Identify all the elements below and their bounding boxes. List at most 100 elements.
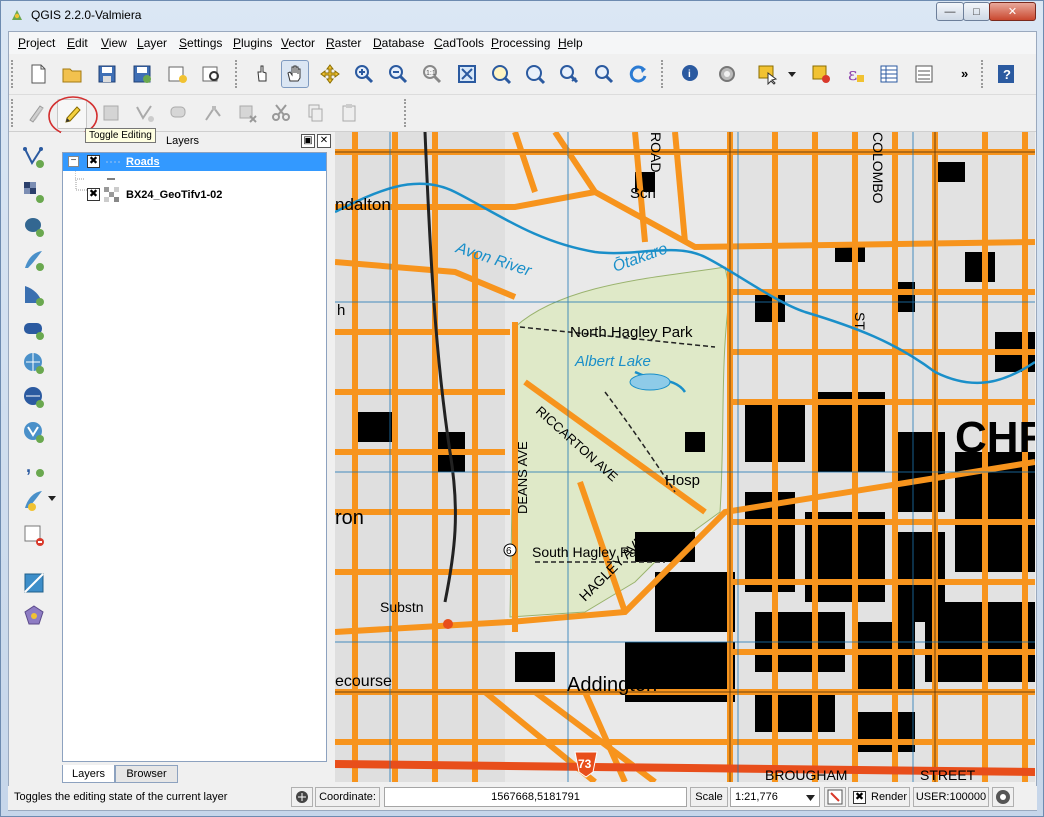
layer-visibility-checkbox[interactable]: ✖: [87, 155, 100, 168]
open-project-icon[interactable]: [58, 60, 86, 88]
toolbar-grip[interactable]: [11, 99, 17, 127]
add-postgis-layer-icon[interactable]: [20, 212, 48, 240]
zoom-last-icon[interactable]: [555, 60, 583, 88]
menu-layer[interactable]: Layer: [137, 36, 167, 50]
toolbar-grip[interactable]: [11, 60, 17, 88]
menu-edit[interactable]: Edit: [67, 36, 88, 50]
menu-view[interactable]: View: [101, 36, 127, 50]
zoom-native-icon[interactable]: 1:1: [418, 60, 446, 88]
paste-features-icon[interactable]: [335, 99, 363, 127]
panel-float-button[interactable]: ▣: [301, 134, 315, 148]
toolbar-grip[interactable]: [981, 60, 987, 88]
refresh-icon[interactable]: [624, 60, 652, 88]
layer-name[interactable]: Roads: [126, 156, 160, 168]
select-dropdown-icon[interactable]: [778, 60, 806, 88]
toolbar-overflow-button[interactable]: »: [961, 66, 968, 81]
add-wfs-layer-icon[interactable]: [20, 418, 48, 446]
copy-features-icon[interactable]: [301, 99, 329, 127]
map-label-street: STREET: [920, 767, 976, 782]
menu-database[interactable]: Database: [373, 36, 424, 50]
tab-layers[interactable]: Layers: [62, 765, 115, 783]
save-edits-icon[interactable]: [97, 99, 125, 127]
crs-button[interactable]: USER:100000: [913, 787, 989, 807]
expression-icon[interactable]: ε: [841, 60, 869, 88]
new-shapefile-icon[interactable]: [20, 486, 48, 514]
menu-cadtools[interactable]: CadTools: [434, 36, 484, 50]
delete-selected-icon[interactable]: [233, 99, 261, 127]
node-tool-icon[interactable]: [199, 99, 227, 127]
menu-help[interactable]: Help: [558, 36, 583, 50]
topographic-map[interactable]: ndalton Avon River Ōtakaro North Hagley …: [335, 132, 1035, 782]
scale-combobox[interactable]: 1:21,776: [730, 787, 820, 807]
menu-settings[interactable]: Settings: [179, 36, 222, 50]
deselect-icon[interactable]: [807, 60, 835, 88]
render-checkbox[interactable]: ✖: [853, 790, 866, 804]
add-raster-layer-icon[interactable]: [20, 178, 48, 206]
remove-layer-icon[interactable]: [20, 521, 48, 549]
save-project-icon[interactable]: [93, 60, 121, 88]
georeferencer-icon[interactable]: [20, 569, 48, 597]
toolbar-grip[interactable]: [235, 60, 241, 88]
window-title: QGIS 2.2.0-Valmiera: [31, 8, 142, 22]
layer-row-bx24[interactable]: ✖ BX24_GeoTifv1-02: [63, 180, 326, 204]
menu-vector[interactable]: Vector: [281, 36, 315, 50]
toolbar-grip[interactable]: [661, 60, 667, 88]
new-print-composer-icon[interactable]: [163, 60, 191, 88]
render-toggle[interactable]: ✖ Render: [848, 787, 910, 807]
stop-render-icon[interactable]: [824, 787, 846, 807]
minimize-button[interactable]: —: [936, 2, 964, 21]
close-button[interactable]: ✕: [989, 2, 1036, 21]
touch-zoom-icon[interactable]: [248, 60, 276, 88]
add-mssql-layer-icon[interactable]: [20, 281, 48, 309]
zoom-to-layer-icon[interactable]: [521, 60, 549, 88]
layer-visibility-checkbox[interactable]: ✖: [87, 188, 100, 201]
add-vector-layer-icon[interactable]: [20, 143, 48, 171]
help-icon[interactable]: ?: [992, 60, 1020, 88]
tab-browser[interactable]: Browser: [115, 765, 178, 783]
menu-plugins[interactable]: Plugins: [233, 36, 272, 50]
toolbar-grip[interactable]: [404, 99, 410, 127]
pan-to-selection-icon[interactable]: [316, 60, 344, 88]
select-features-icon[interactable]: [753, 60, 781, 88]
coordinate-field[interactable]: 1567668,5181791: [384, 787, 687, 807]
identify-icon[interactable]: i: [677, 60, 705, 88]
add-spatialite-layer-icon[interactable]: [20, 246, 48, 274]
map-canvas[interactable]: ndalton Avon River Ōtakaro North Hagley …: [335, 132, 1035, 782]
menu-processing[interactable]: Processing: [491, 36, 550, 50]
composer-manager-icon[interactable]: [197, 60, 225, 88]
maximize-button[interactable]: □: [963, 2, 990, 21]
layer-name[interactable]: BX24_GeoTifv1-02: [126, 189, 222, 201]
zoom-full-icon[interactable]: [453, 60, 481, 88]
map-label-ndalton: ndalton: [335, 195, 391, 214]
scale-label: Scale: [690, 787, 728, 807]
status-bar: Toggles the editing state of the current…: [8, 786, 1037, 810]
cut-features-icon[interactable]: [267, 99, 295, 127]
messages-icon[interactable]: [992, 787, 1014, 807]
add-wcs-layer-icon[interactable]: [20, 383, 48, 411]
add-delimited-text-icon[interactable]: ,: [20, 452, 48, 480]
move-feature-icon[interactable]: [165, 99, 193, 127]
menu-raster[interactable]: Raster: [326, 36, 361, 50]
add-wms-layer-icon[interactable]: [20, 349, 48, 377]
zoom-in-icon[interactable]: [350, 60, 378, 88]
zoom-out-icon[interactable]: [384, 60, 412, 88]
menu-project[interactable]: Project: [18, 36, 55, 50]
zoom-to-selection-icon[interactable]: [487, 60, 515, 88]
collapse-icon[interactable]: −: [68, 156, 79, 167]
gps-icon[interactable]: [20, 602, 48, 630]
render-label: Render: [871, 791, 908, 803]
svg-text:ε: ε: [848, 64, 857, 85]
attribute-table-icon[interactable]: [875, 60, 903, 88]
new-layer-dropdown-icon[interactable]: [47, 493, 57, 503]
save-as-icon[interactable]: [128, 60, 156, 88]
settings-action-icon[interactable]: [713, 60, 741, 88]
coordinate-toggle-icon[interactable]: [291, 787, 313, 807]
new-project-icon[interactable]: [24, 60, 52, 88]
zoom-next-icon[interactable]: [590, 60, 618, 88]
add-feature-icon[interactable]: [131, 99, 159, 127]
panel-close-button[interactable]: ✕: [317, 134, 331, 148]
add-oracle-layer-icon[interactable]: [20, 315, 48, 343]
pan-map-icon[interactable]: [281, 60, 309, 88]
statistics-icon[interactable]: [910, 60, 938, 88]
layer-row-roads[interactable]: − ✖ Roads: [63, 153, 326, 171]
